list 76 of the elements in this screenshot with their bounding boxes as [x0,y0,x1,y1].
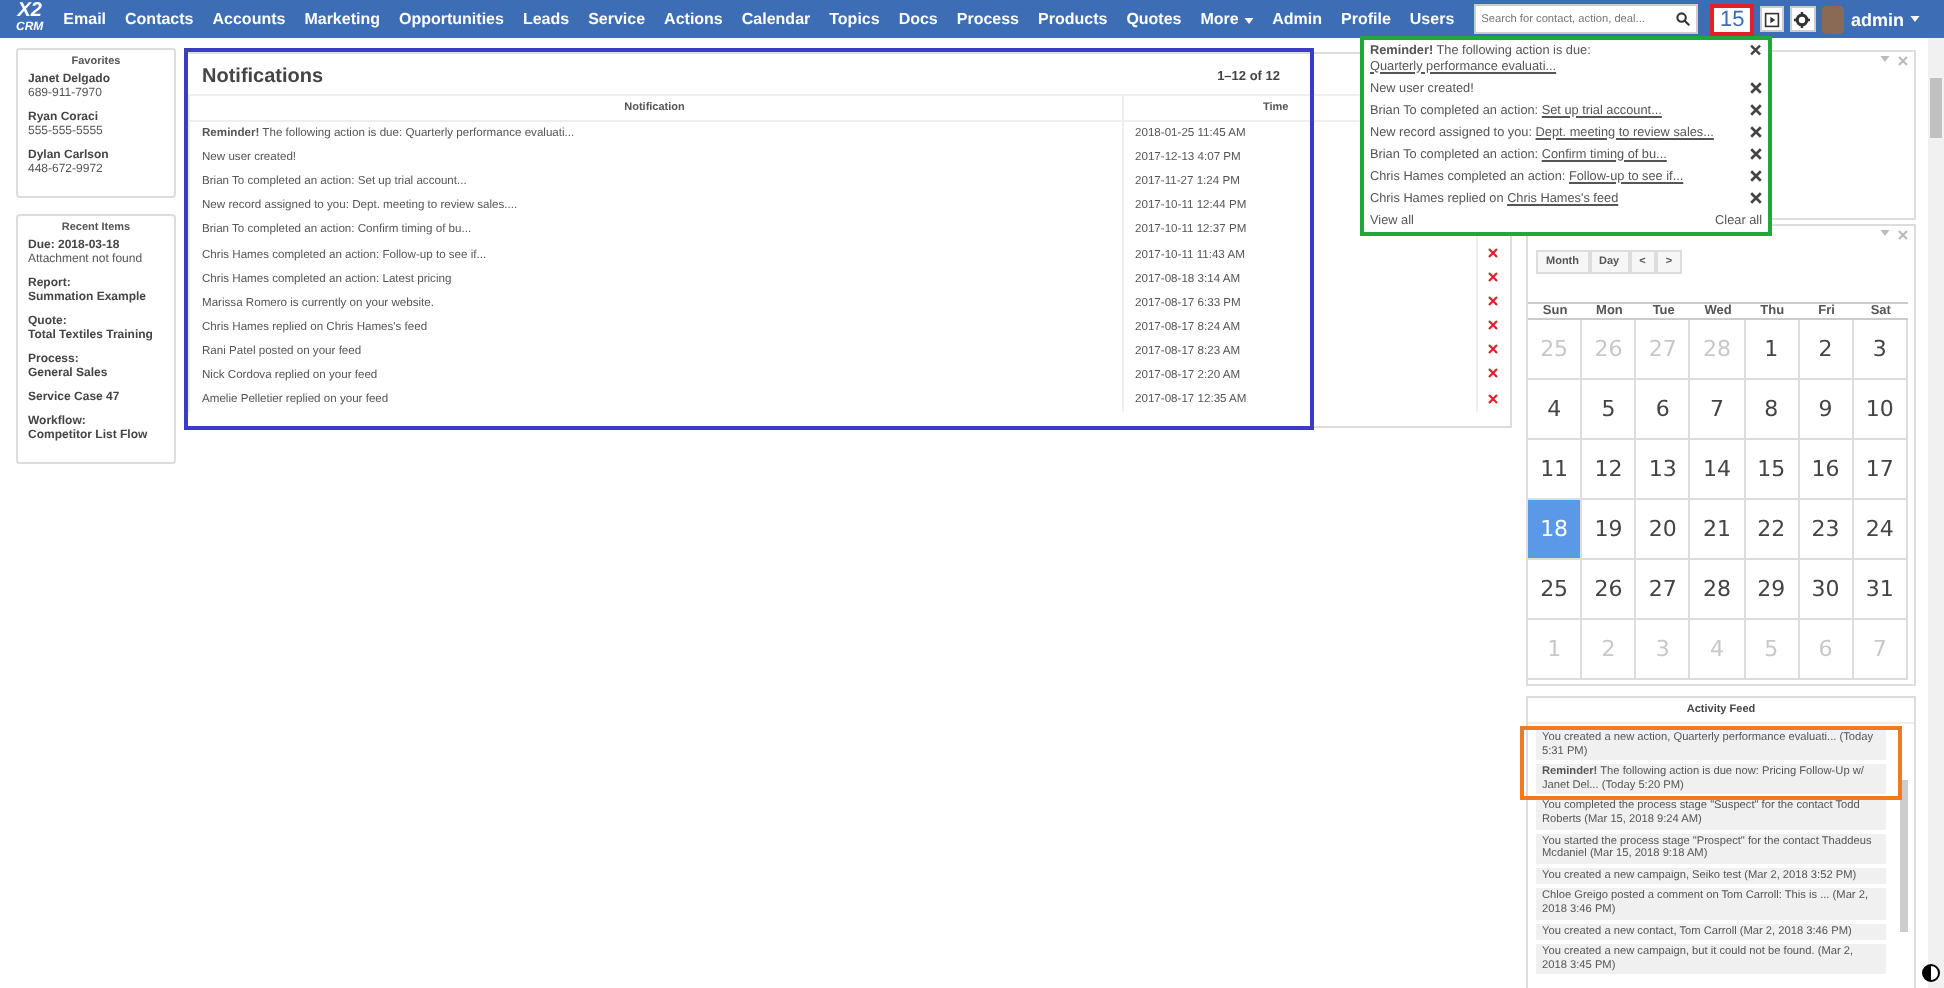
close-icon[interactable] [1750,44,1762,56]
calendar-day[interactable]: 17 [1853,440,1908,500]
close-icon[interactable] [1750,147,1762,159]
calendar-day[interactable]: 20 [1636,500,1691,560]
calendar-day[interactable]: 25 [1528,560,1583,620]
nav-link[interactable]: Admin [1272,10,1322,28]
caret-icon [1243,18,1254,24]
caret-icon [1880,230,1890,236]
calendar-day[interactable]: 16 [1799,440,1854,500]
play-icon [1764,11,1781,27]
calendar-day[interactable]: 22 [1745,500,1800,560]
panel-title: Notifications [202,66,324,88]
page-scrollbar[interactable] [1928,38,1944,988]
calendar-day[interactable]: 13 [1636,440,1691,500]
nav-link[interactable]: Actions [664,10,723,28]
close-icon[interactable] [1750,125,1762,137]
nav-link[interactable]: Calendar [741,10,811,28]
caret-icon [1910,16,1920,22]
search-icon[interactable] [1675,12,1690,26]
user-menu[interactable]: admin [1850,9,1920,29]
nav-link[interactable]: Products [1038,10,1108,28]
calendar-day[interactable]: 29 [1745,560,1800,620]
calendar-day[interactable]: 31 [1853,560,1908,620]
calendar-day[interactable]: 23 [1799,500,1854,560]
calendar-day[interactable]: 5 [1582,380,1637,440]
scrollbar-thumb[interactable] [1900,780,1908,932]
nav-link[interactable]: Email [63,10,107,28]
nav-link[interactable]: Accounts [212,10,286,28]
calendar-day[interactable]: 2 [1799,320,1854,380]
calendar-day[interactable]: 7 [1690,380,1746,440]
settings-button[interactable] [1790,6,1816,32]
close-icon[interactable] [1488,393,1498,404]
nav-link[interactable]: Opportunities [399,10,504,28]
close-icon[interactable] [1488,368,1498,379]
nav-link[interactable]: Topics [829,10,880,28]
close-icon[interactable] [1750,191,1762,203]
nav-link[interactable]: Docs [898,10,938,28]
close-icon[interactable] [1750,81,1762,93]
calendar-day[interactable]: 4 [1528,380,1583,440]
nav-link[interactable]: Leads [522,10,570,28]
calendar-day[interactable]: 9 [1799,380,1854,440]
calendar-day[interactable]: 21 [1690,500,1746,560]
calendar-day[interactable]: 10 [1853,380,1908,440]
nav-link[interactable]: Process [956,10,1020,28]
more-menu[interactable]: More [1200,10,1254,28]
calendar-day[interactable]: 28 [1690,560,1746,620]
close-icon[interactable] [1488,320,1498,331]
close-icon[interactable] [1750,169,1762,181]
nav-link[interactable]: Contacts [125,10,194,28]
nav-link[interactable]: Quotes [1126,10,1182,28]
contrast-icon[interactable] [1922,964,1940,982]
close-icon[interactable] [1488,296,1498,307]
close-icon[interactable] [1488,272,1498,283]
nav-link[interactable]: Users [1409,10,1455,28]
calendar-day[interactable]: 19 [1582,500,1637,560]
nav-link[interactable]: Service [588,10,646,28]
settings-icon [1794,11,1811,27]
calendar-day[interactable]: 1 [1745,320,1800,380]
calendar-day[interactable]: 30 [1799,560,1854,620]
caret-icon [1880,56,1890,62]
calendar-day[interactable]: 26 [1582,560,1637,620]
nav-link[interactable]: Profile [1341,10,1391,28]
close-icon[interactable] [1750,103,1762,115]
calendar-day[interactable]: 27 [1636,560,1691,620]
notification-count-button[interactable]: 15 [1709,3,1755,35]
play-button[interactable] [1760,6,1785,32]
calendar-day[interactable]: 6 [1636,380,1691,440]
calendar-day[interactable]: 14 [1690,440,1746,500]
close-icon[interactable] [1488,248,1498,259]
close-icon[interactable] [1488,344,1498,355]
calendar-day[interactable]: 3 [1853,320,1908,380]
calendar-day[interactable]: 8 [1745,380,1800,440]
calendar-day[interactable]: 24 [1853,500,1908,560]
nav-link[interactable]: Marketing [304,10,380,28]
calendar-day[interactable]: 15 [1745,440,1800,500]
calendar-day[interactable]: 12 [1582,440,1637,500]
